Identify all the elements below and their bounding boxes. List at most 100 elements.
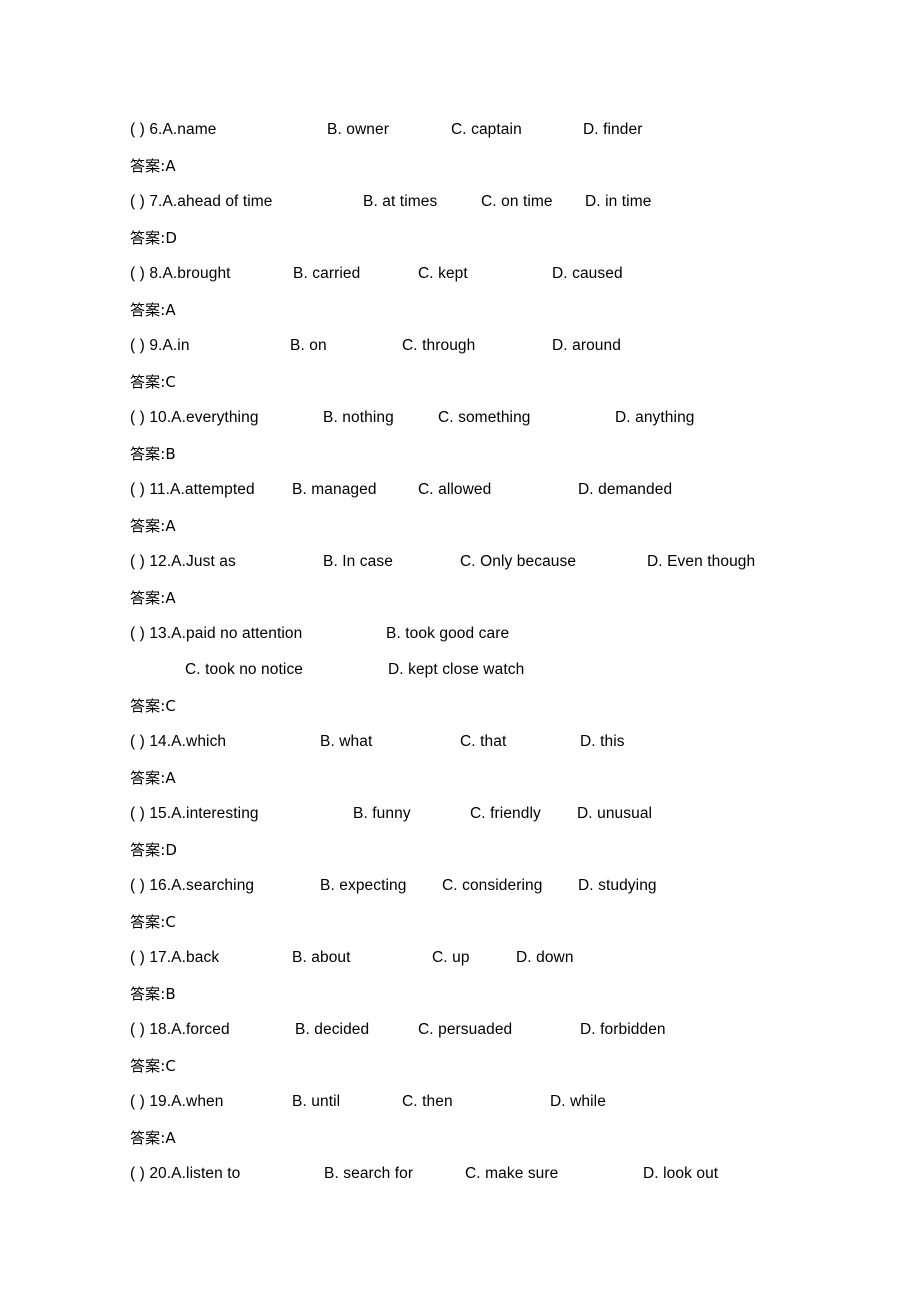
option-choice: D. around [552,337,621,354]
option-choice: B. at times [363,193,438,210]
option-choice: D. forbidden [580,1021,666,1038]
option-choice: C. captain [451,121,522,138]
option-choice: B. took good care [386,625,510,642]
document-page: ( ) 6.A.name B. owner C. captain D. finder 答… [0,0,920,1302]
answer-line: 答案:A [130,508,830,544]
answer-line: 答案:A [130,148,830,184]
question-stem: ( ) 17.A.back [130,949,220,966]
question-stem: ( ) 20.A.listen to [130,1165,241,1182]
option-choice: D. this [580,733,625,750]
question-line: ( ) 12.A.Just as B. In case C. Only becaus… [130,544,830,580]
question-stem: ( ) 7.A.ahead of time [130,193,273,210]
option-choice: C. considering [442,877,543,894]
answer-line: 答案:C [130,688,830,724]
option-choice: D. while [550,1093,606,1110]
option-choice: B. carried [293,265,361,282]
option-choice: C. kept [418,265,468,282]
option-choice: B. until [292,1093,341,1110]
answer-line: 答案:D [130,220,830,256]
answer-text: 答案:C [130,697,176,715]
option-choice: B. what [320,733,373,750]
question-stem: ( ) 15.A.interesting [130,805,259,822]
option-choice: D. caused [552,265,623,282]
answer-text: 答案:B [130,985,176,1003]
answer-line: 答案:C [130,1048,830,1084]
answer-key-list: ( ) 6.A.name B. owner C. captain D. finder 答… [130,112,830,1192]
option-choice: B. owner [327,121,389,138]
answer-line: 答案:C [130,364,830,400]
option-choice: D. in time [585,193,652,210]
answer-text: 答案:D [130,229,178,247]
question-line: ( ) 18.A.forced B. decided C. persuaded D. … [130,1012,830,1048]
answer-text: 答案:C [130,1057,176,1075]
answer-line: 答案:A [130,580,830,616]
option-choice: C. up [432,949,470,966]
answer-text: 答案:A [130,589,176,607]
answer-text: 答案:A [130,517,176,535]
question-line: ( ) 9.A.in B. on C. through D. around [130,328,830,364]
option-choice: B. on [290,337,327,354]
option-choice: B. In case [323,553,393,570]
answer-line: 答案:A [130,760,830,796]
option-choice: C. took no notice [185,661,304,678]
question-stem: ( ) 14.A.which [130,733,227,750]
option-choice: C. through [402,337,476,354]
option-choice: B. expecting [320,877,407,894]
option-choice: D. studying [578,877,657,894]
question-stem: ( ) 11.A.attempted [130,481,255,498]
question-stem: ( ) 10.A.everything [130,409,259,426]
question-stem: ( ) 6.A.name [130,121,217,138]
option-choice: B. about [292,949,351,966]
answer-text: 答案:A [130,301,176,319]
question-continuation-line: C. took no notice D. kept close watch [130,652,830,688]
answer-line: 答案:A [130,292,830,328]
answer-text: 答案:B [130,445,176,463]
question-line: ( ) 13.A.paid no attention B. took good c… [130,616,830,652]
question-line: ( ) 8.A.brought B. carried C. kept D. cause… [130,256,830,292]
question-stem: ( ) 8.A.brought [130,265,231,282]
answer-text: 答案:A [130,1129,176,1147]
option-choice: C. friendly [470,805,541,822]
question-stem: ( ) 13.A.paid no attention [130,625,303,642]
option-choice: D. finder [583,121,643,138]
option-choice: D. look out [643,1165,719,1182]
answer-text: 答案:C [130,913,176,931]
option-choice: B. search for [324,1165,414,1182]
question-line: ( ) 10.A.everything B. nothing C. somethin… [130,400,830,436]
answer-text: 答案:A [130,157,176,175]
question-stem: ( ) 9.A.in [130,337,190,354]
answer-text: 答案:C [130,373,176,391]
answer-text: 答案:A [130,769,176,787]
question-stem: ( ) 16.A.searching [130,877,255,894]
option-choice: B. nothing [323,409,394,426]
answer-line: 答案:C [130,904,830,940]
option-choice: B. funny [353,805,411,822]
answer-text: 答案:D [130,841,178,859]
option-choice: D. anything [615,409,695,426]
question-stem: ( ) 18.A.forced [130,1021,230,1038]
question-line: ( ) 11.A.attempted B. managed C. allowed D.… [130,472,830,508]
answer-line: 答案:B [130,436,830,472]
question-line: ( ) 16.A.searching B. expecting C. conside… [130,868,830,904]
question-stem: ( ) 19.A.when [130,1093,224,1110]
option-choice: C. persuaded [418,1021,513,1038]
answer-line: 答案:D [130,832,830,868]
option-choice: C. then [402,1093,453,1110]
option-choice: D. demanded [578,481,673,498]
question-line: ( ) 6.A.name B. owner C. captain D. finder [130,112,830,148]
option-choice: C. on time [481,193,553,210]
option-choice: C. make sure [465,1165,559,1182]
question-stem: ( ) 12.A.Just as [130,553,236,570]
question-line: ( ) 20.A.listen to B. search for C. make s… [130,1156,830,1192]
option-choice: C. Only because [460,553,577,570]
option-choice: B. decided [295,1021,370,1038]
answer-line: 答案:B [130,976,830,1012]
option-choice: C. allowed [418,481,492,498]
question-line: ( ) 19.A.when B. until C. then D. while [130,1084,830,1120]
answer-line: 答案:A [130,1120,830,1156]
question-line: ( ) 17.A.back B. about C. up D. down [130,940,830,976]
question-line: ( ) 7.A.ahead of time B. at times C. on ti… [130,184,830,220]
option-choice: D. Even though [647,553,756,570]
question-line: ( ) 14.A.which B. what C. that D. this [130,724,830,760]
option-choice: D. unusual [577,805,653,822]
